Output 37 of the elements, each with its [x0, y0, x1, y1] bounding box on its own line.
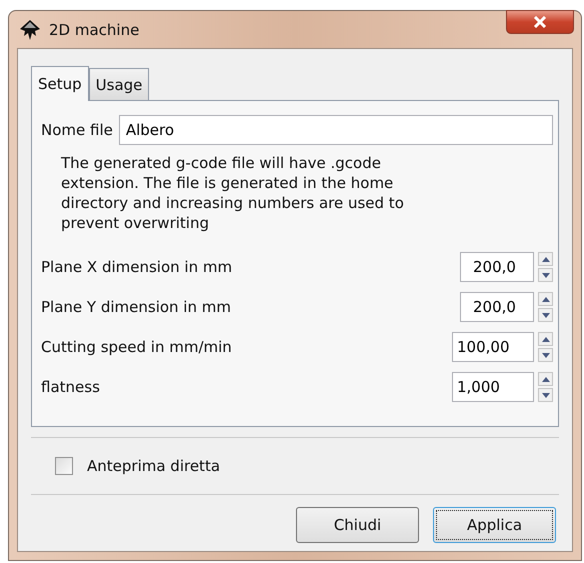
up-arrow-icon: [542, 336, 550, 342]
down-arrow-icon: [542, 392, 550, 398]
down-arrow-icon: [542, 312, 550, 318]
field-label: Cutting speed in mm/min: [41, 338, 232, 356]
field-label: Plane Y dimension in mm: [41, 298, 231, 316]
spin-down-button[interactable]: [538, 348, 553, 362]
checkbox[interactable]: [55, 457, 73, 475]
tab[interactable]: Setup: [31, 66, 89, 101]
file-name-field[interactable]: Albero: [118, 115, 553, 145]
spin-down-button[interactable]: [538, 268, 553, 282]
dialog-button[interactable]: Applica: [433, 507, 556, 543]
app-logo-icon: [19, 18, 41, 40]
up-arrow-icon: [542, 256, 550, 262]
number-field[interactable]: 1,000: [452, 372, 534, 402]
down-arrow-icon: [542, 272, 550, 278]
spin-up-button[interactable]: [538, 372, 553, 386]
field-label: Nome file: [41, 121, 113, 139]
tab[interactable]: Usage: [88, 68, 150, 100]
window-title: 2D machine: [49, 20, 140, 38]
checkbox-label: Anteprima diretta: [87, 457, 220, 475]
spin-down-button[interactable]: [538, 308, 553, 322]
spin-up-button[interactable]: [538, 332, 553, 346]
up-arrow-icon: [542, 296, 550, 302]
field-label: flatness: [41, 378, 100, 396]
dialog-button[interactable]: Chiudi: [296, 507, 419, 543]
spin-up-button[interactable]: [538, 252, 553, 266]
info-text: The generated g-code file will have .gcode extension. The file is generated in the home directory and increasing numbers are used to prevent overwriting: [61, 153, 405, 233]
number-field[interactable]: 100,00: [452, 332, 534, 362]
close-icon: [533, 16, 547, 28]
up-arrow-icon: [542, 376, 550, 382]
field-label: Plane X dimension in mm: [41, 258, 232, 276]
down-arrow-icon: [542, 352, 550, 358]
spin-down-button[interactable]: [538, 388, 553, 402]
spin-up-button[interactable]: [538, 292, 553, 306]
close-button[interactable]: [506, 10, 574, 34]
number-field[interactable]: 200,0: [460, 292, 534, 322]
number-field[interactable]: 200,0: [460, 252, 534, 282]
